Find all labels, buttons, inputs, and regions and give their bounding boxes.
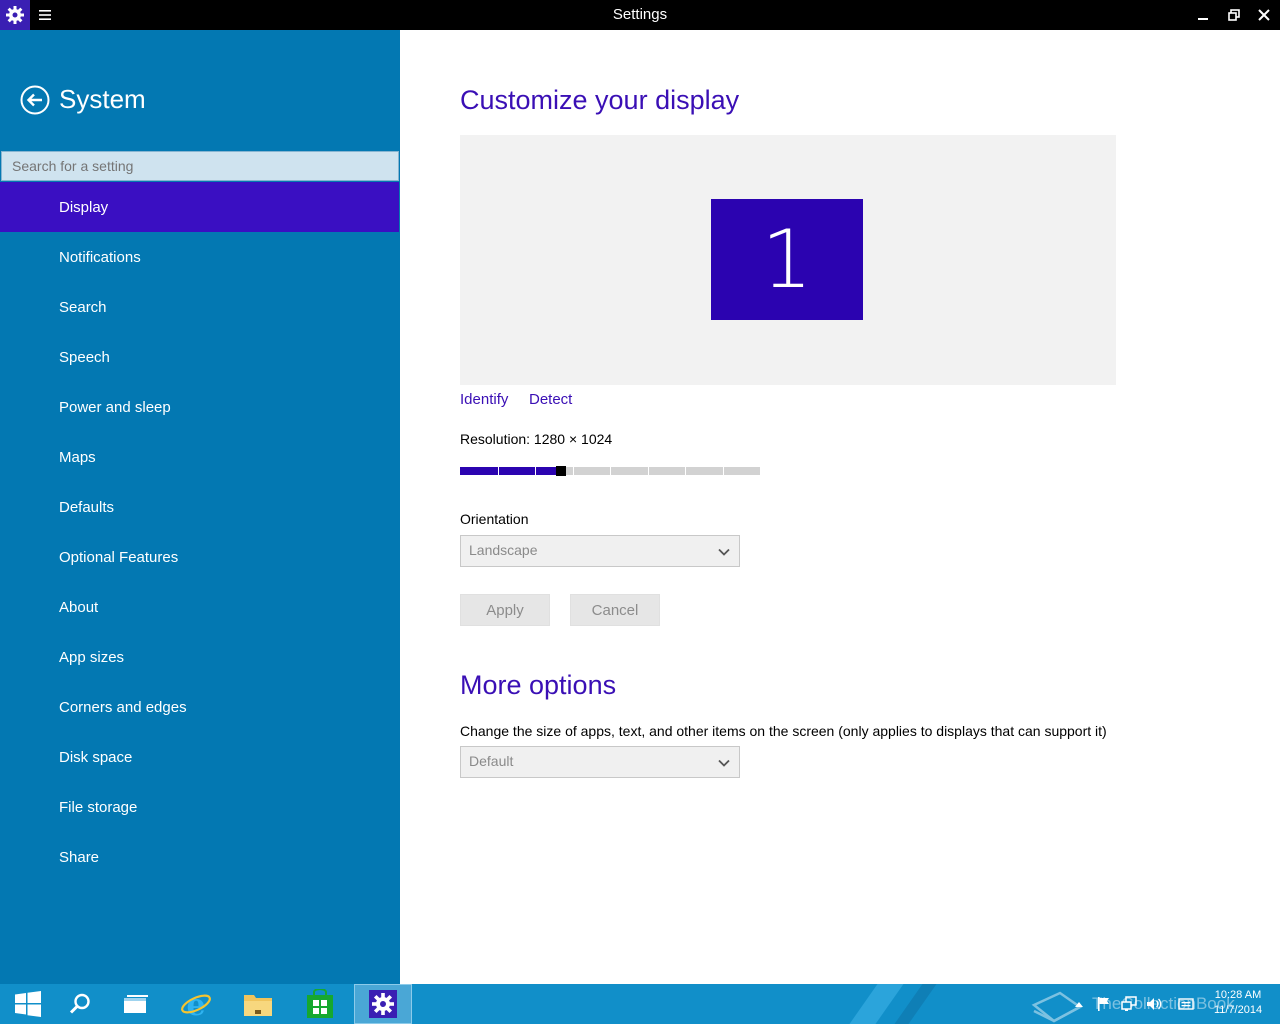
window-title: Settings — [612, 6, 668, 23]
slider-tick — [610, 467, 611, 475]
orientation-value: Landscape — [469, 542, 538, 558]
scale-description: Change the size of apps, text, and other… — [460, 723, 1107, 739]
flag-icon — [1098, 997, 1109, 1011]
sidebar-item-notifications[interactable]: Notifications — [0, 232, 399, 282]
file-explorer-button[interactable] — [230, 984, 286, 1024]
sidebar-item-display[interactable]: Display — [0, 182, 399, 232]
scale-dropdown[interactable]: Default — [460, 746, 740, 778]
clock-time: 10:28 AM — [1214, 989, 1262, 1001]
resolution-slider[interactable] — [460, 466, 760, 476]
close-button[interactable] — [1248, 0, 1280, 30]
sidebar-item-power-and-sleep[interactable]: Power and sleep — [0, 382, 399, 432]
start-button[interactable] — [0, 984, 56, 1024]
taskbar: e TheCollectionBook 10:28 AM 11/7/2014 — [0, 984, 1280, 1024]
search-icon — [69, 993, 90, 1014]
folder-icon — [244, 995, 272, 1016]
show-hidden-icons-button[interactable] — [1072, 984, 1086, 1024]
cancel-button[interactable]: Cancel — [570, 594, 660, 626]
orientation-label: Orientation — [460, 511, 529, 527]
sidebar-item-corners-and-edges[interactable]: Corners and edges — [0, 682, 399, 732]
orientation-dropdown[interactable]: Landscape — [460, 535, 740, 567]
sidebar-item-optional-features[interactable]: Optional Features — [0, 532, 399, 582]
chevron-up-icon — [1075, 1002, 1083, 1007]
settings-taskbar-button[interactable] — [354, 984, 412, 1024]
display-preview: 1 — [460, 135, 1116, 385]
windows-logo-icon — [15, 991, 41, 1017]
svg-text:e: e — [186, 988, 205, 1020]
action-center-icon[interactable] — [1095, 984, 1113, 1024]
gear-icon — [369, 990, 397, 1018]
internet-explorer-button[interactable]: e — [168, 984, 224, 1024]
slider-tick — [573, 467, 574, 475]
search-input[interactable] — [1, 151, 399, 181]
sidebar-item-disk-space[interactable]: Disk space — [0, 732, 399, 782]
keyboard-icon — [1178, 998, 1194, 1010]
section-title: System — [59, 84, 146, 114]
slider-thumb[interactable] — [556, 466, 566, 476]
hamburger-menu-icon[interactable] — [34, 6, 56, 24]
sidebar-item-speech[interactable]: Speech — [0, 332, 399, 382]
volume-icon[interactable] — [1145, 984, 1163, 1024]
detect-link[interactable]: Detect — [529, 391, 572, 408]
taskbar-search-button[interactable] — [52, 984, 108, 1024]
task-view-icon — [124, 995, 148, 1013]
back-arrow-icon — [20, 85, 50, 115]
monitor-tile[interactable]: 1 — [711, 199, 863, 320]
apply-button[interactable]: Apply — [460, 594, 550, 626]
resolution-label: Resolution: 1280 × 1024 — [460, 431, 613, 447]
network-icon[interactable] — [1120, 984, 1140, 1024]
chevron-down-icon — [718, 759, 730, 767]
scale-value: Default — [469, 753, 514, 769]
store-icon — [307, 989, 333, 1018]
title-bar: Settings — [0, 0, 1280, 30]
restore-button[interactable] — [1218, 0, 1250, 30]
sidebar-item-search[interactable]: Search — [0, 282, 399, 332]
settings-app-icon — [0, 0, 30, 30]
sidebar-item-file-storage[interactable]: File storage — [0, 782, 399, 832]
store-button[interactable] — [292, 984, 348, 1024]
more-options-heading: More options — [460, 670, 617, 700]
task-view-button[interactable] — [108, 984, 164, 1024]
sidebar-item-app-sizes[interactable]: App sizes — [0, 632, 399, 682]
input-indicator-icon[interactable] — [1176, 984, 1196, 1024]
sidebar-item-share[interactable]: Share — [0, 832, 399, 882]
clock-date: 11/7/2014 — [1213, 1004, 1263, 1016]
speaker-icon — [1147, 998, 1162, 1010]
slider-tick — [723, 467, 724, 475]
taskbar-clock[interactable]: 10:28 AM 11/7/2014 — [1204, 988, 1272, 1018]
minimize-button[interactable] — [1187, 0, 1219, 30]
internet-explorer-icon: e — [181, 988, 211, 1020]
page-title: Customize your display — [460, 85, 740, 115]
sidebar-item-maps[interactable]: Maps — [0, 432, 399, 482]
slider-fill — [460, 467, 556, 475]
identify-link[interactable]: Identify — [460, 391, 508, 408]
sidebar: System Display Notifications Search Spee… — [0, 30, 400, 984]
slider-tick — [685, 467, 686, 475]
back-button[interactable] — [20, 85, 50, 115]
network-icon-glyph — [1121, 996, 1137, 1011]
main-content: Customize your display 1 Identify Detect… — [400, 30, 1280, 984]
slider-tick — [498, 467, 499, 475]
chevron-down-icon — [718, 548, 730, 556]
slider-tick — [648, 467, 649, 475]
sidebar-item-about[interactable]: About — [0, 582, 399, 632]
sidebar-item-defaults[interactable]: Defaults — [0, 482, 399, 532]
slider-tick — [535, 467, 536, 475]
sidebar-nav: Display Notifications Search Speech Powe… — [0, 182, 399, 882]
